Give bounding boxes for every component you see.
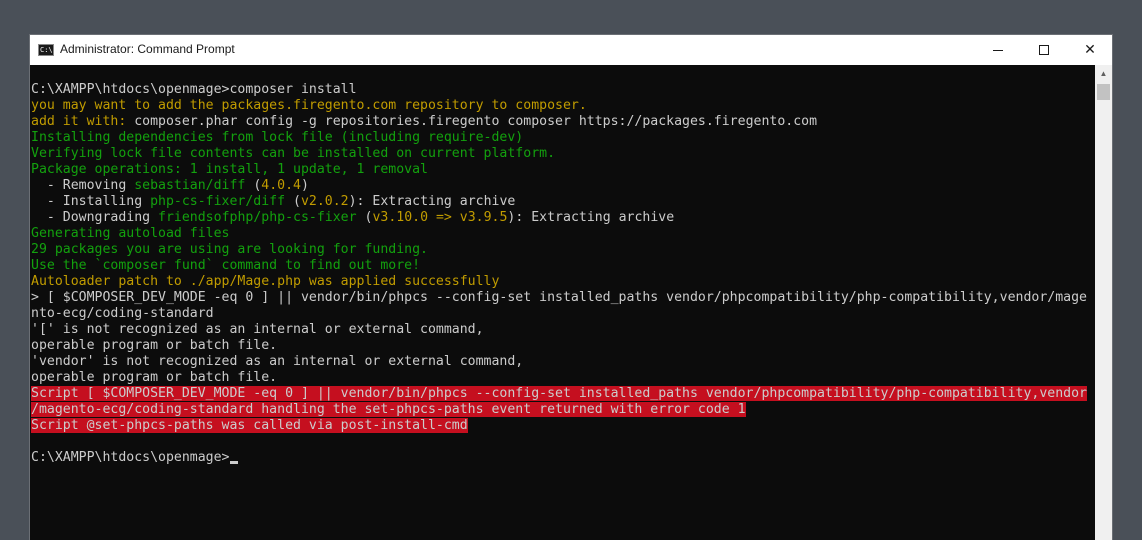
console-text: 4.0.4 — [261, 178, 301, 193]
console-line: - Removing sebastian/diff (4.0.4) — [31, 178, 1096, 194]
console-text: operable program or batch file. — [31, 370, 278, 385]
minimize-button[interactable] — [975, 35, 1021, 65]
console-line: - Installing php-cs-fixer/diff (v2.0.2):… — [31, 194, 1096, 210]
console-text: ( — [356, 210, 373, 225]
console-line: operable program or batch file. — [31, 338, 1096, 354]
console-text: - Installing — [31, 194, 151, 209]
console-text: you may want to add the packages.firegen… — [31, 98, 587, 113]
console-text: v2.0.2 — [300, 194, 349, 209]
console-line: operable program or batch file. — [31, 370, 1096, 386]
console-text: operable program or batch file. — [31, 338, 278, 353]
vertical-scrollbar[interactable]: ▲ — [1095, 65, 1112, 540]
maximize-button[interactable] — [1021, 35, 1067, 65]
error-text: Script [ $COMPOSER_DEV_MODE -eq 0 ] || v… — [31, 386, 1087, 401]
error-text: Script @set-phpcs-paths was called via p… — [31, 418, 468, 433]
console-line: 29 packages you are using are looking fo… — [31, 242, 1096, 258]
console-line: Generating autoload files — [31, 226, 1096, 242]
console-text: ( — [285, 194, 301, 209]
console-line: you may want to add the packages.firegen… — [31, 98, 1096, 114]
console-line: C:\XAMPP\htdocs\openmage>composer instal… — [31, 82, 1096, 98]
console-text: add it with: — [31, 114, 127, 129]
console-line: Script [ $COMPOSER_DEV_MODE -eq 0 ] || v… — [31, 386, 1096, 402]
scroll-up-button[interactable]: ▲ — [1095, 65, 1112, 82]
title-bar[interactable]: C:\ Administrator: Command Prompt ✕ — [30, 35, 1112, 65]
console-text: Installing dependencies from lock file (… — [31, 130, 524, 145]
console-line: Script @set-phpcs-paths was called via p… — [31, 418, 1096, 434]
command-prompt-window: C:\ Administrator: Command Prompt ✕ C:\X… — [29, 34, 1113, 540]
text-cursor — [229, 461, 238, 464]
console-text: Use the `composer fund` command to find … — [31, 258, 421, 273]
console-text: Verifying lock file contents can be inst… — [31, 146, 556, 161]
console-text: - Downgrading — [31, 210, 159, 225]
console-text: > [ $COMPOSER_DEV_MODE -eq 0 ] || vendor… — [31, 290, 1087, 305]
console-line: - Downgrading friendsofphp/php-cs-fixer … — [31, 210, 1096, 226]
console-text: sebastian/diff — [134, 178, 246, 193]
console-line: Use the `composer fund` command to find … — [31, 258, 1096, 274]
maximize-icon — [1039, 45, 1049, 55]
cmd-icon[interactable]: C:\ — [38, 44, 54, 56]
chevron-up-icon: ▲ — [1099, 69, 1108, 78]
console-line: '[' is not recognized as an internal or … — [31, 322, 1096, 338]
console-text: 29 packages you are using are looking fo… — [31, 242, 428, 257]
console-text: nto-ecg/coding-standard — [31, 306, 214, 321]
console-text: php-cs-fixer/diff — [150, 194, 286, 209]
console-line: 'vendor' is not recognized as an interna… — [31, 354, 1096, 370]
scroll-thumb[interactable] — [1097, 84, 1110, 100]
console-text: C:\XAMPP\htdocs\openmage> — [31, 450, 230, 465]
console-line: add it with: composer.phar config -g rep… — [31, 114, 1096, 130]
minimize-icon — [993, 49, 1003, 51]
console-text: ) — [300, 178, 309, 193]
console-line: Verifying lock file contents can be inst… — [31, 146, 1096, 162]
console-text: Autoloader patch to ./app/Mage.php was a… — [31, 274, 500, 289]
console-text: composer.phar config -g repositories.fir… — [126, 114, 818, 129]
console-text: ): Extracting archive — [348, 194, 516, 209]
console-output[interactable]: C:\XAMPP\htdocs\openmage>composer instal… — [30, 65, 1096, 540]
console-line: Installing dependencies from lock file (… — [31, 130, 1096, 146]
console-line: /magento-ecg/coding-standard handling th… — [31, 402, 1096, 418]
console-text: '[' is not recognized as an internal or … — [31, 322, 484, 337]
error-text: /magento-ecg/coding-standard handling th… — [31, 402, 746, 417]
console-line: Autoloader patch to ./app/Mage.php was a… — [31, 274, 1096, 290]
console-text: v3.10.0 => v3.9.5 — [372, 210, 508, 225]
console-line: nto-ecg/coding-standard — [31, 306, 1096, 322]
close-icon: ✕ — [1084, 42, 1096, 58]
console-line: Package operations: 1 install, 1 update,… — [31, 162, 1096, 178]
console-text: 'vendor' is not recognized as an interna… — [31, 354, 524, 369]
close-button[interactable]: ✕ — [1067, 35, 1113, 65]
console-text: friendsofphp/php-cs-fixer — [158, 210, 357, 225]
console-text: ( — [245, 178, 262, 193]
console-text: Generating autoload files — [31, 226, 230, 241]
console-text: C:\XAMPP\htdocs\openmage>composer instal… — [31, 82, 357, 97]
window-title: Administrator: Command Prompt — [60, 42, 235, 56]
console-text: - Removing — [31, 178, 135, 193]
console-text: Package operations: 1 install, 1 update,… — [31, 162, 428, 177]
console-line: C:\XAMPP\htdocs\openmage> — [31, 450, 1096, 466]
console-text: ): Extracting archive — [507, 210, 675, 225]
console-line: > [ $COMPOSER_DEV_MODE -eq 0 ] || vendor… — [31, 290, 1096, 306]
